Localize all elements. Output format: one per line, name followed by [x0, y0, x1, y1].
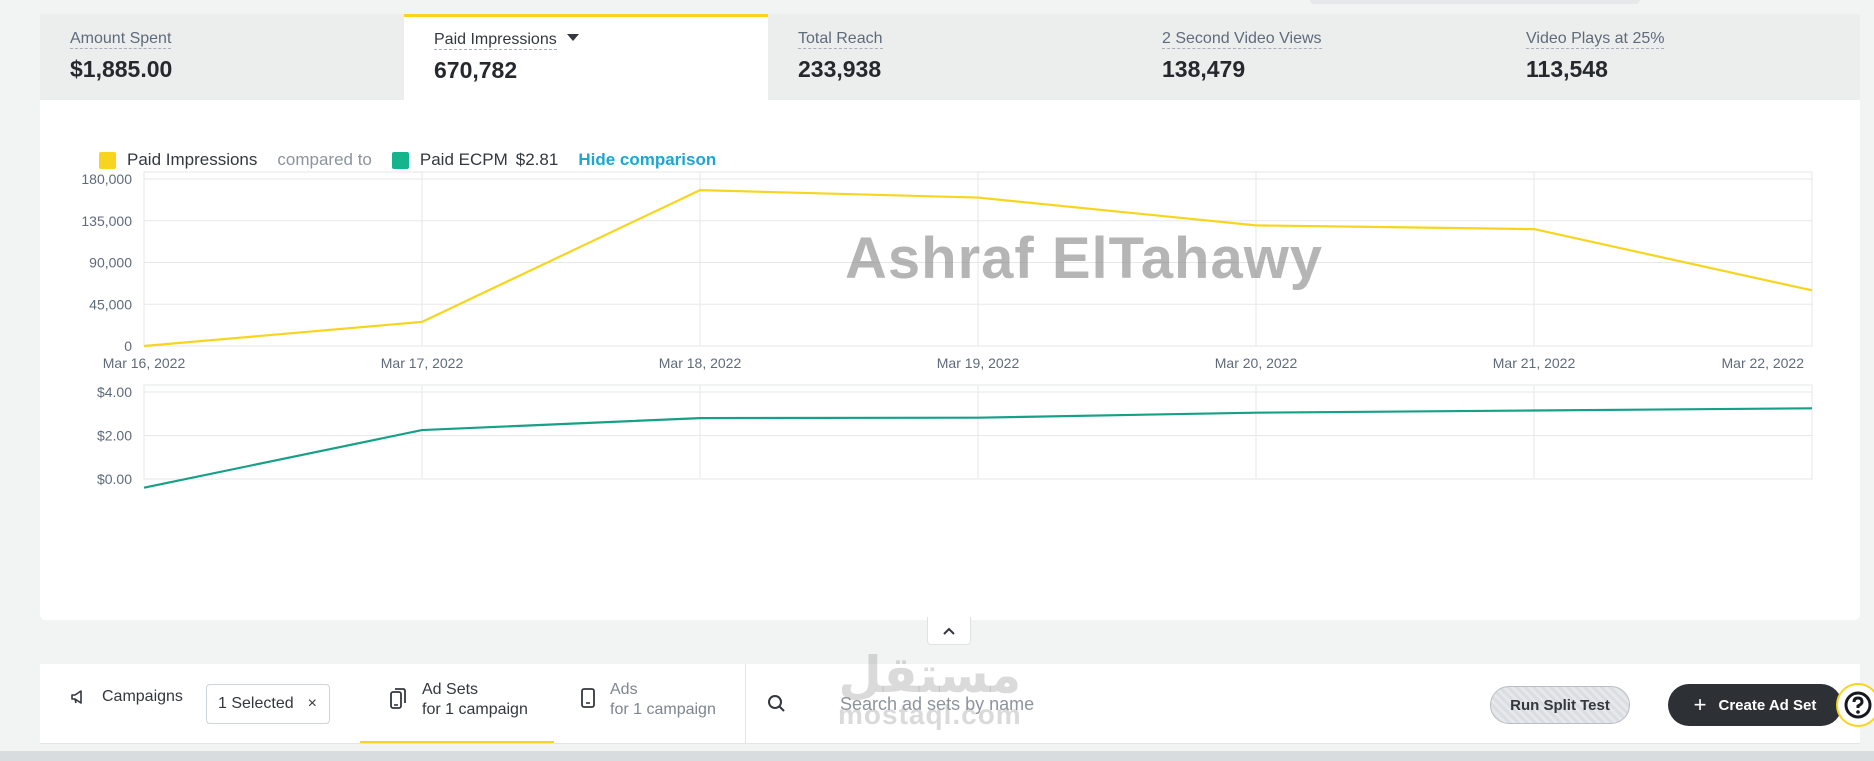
metric-label: Video Plays at 25%	[1526, 30, 1665, 49]
metric-label: Total Reach	[798, 30, 883, 49]
phone-icon	[581, 688, 595, 708]
ad-sets-icon	[390, 688, 406, 709]
tab-ads-sub: for 1 campaign	[610, 701, 716, 718]
tab-ad-sets[interactable]: Ad Sets for 1 campaign	[388, 681, 528, 719]
x-tick-label: Mar 21, 2022	[1493, 355, 1576, 371]
run-split-test-button[interactable]: Run Split Test	[1490, 686, 1630, 724]
selected-filter-pill[interactable]: 1 Selected ×	[206, 684, 330, 724]
watermark-text: Ashraf ElTahawy	[845, 226, 1324, 291]
metric-label: 2 Second Video Views	[1162, 30, 1322, 49]
metric-2-second-video-views[interactable]: 2 Second Video Views 138,479	[1132, 14, 1496, 100]
tab-campaigns[interactable]: Campaigns	[70, 688, 183, 706]
page: Amount Spent $1,885.00 Paid Impressions …	[0, 0, 1874, 761]
metric-label: Paid Impressions	[434, 31, 557, 50]
metric-label: Amount Spent	[70, 30, 172, 49]
mostaql-watermark: مستقل mostaql.com	[838, 650, 1022, 730]
top-shadow	[1310, 0, 1640, 4]
collapse-chart-button[interactable]	[927, 617, 971, 645]
y-tick-label: $2.00	[97, 428, 132, 444]
y-tick-label: 135,000	[81, 213, 132, 229]
y-tick-label: 90,000	[89, 255, 132, 271]
chevron-up-icon	[943, 627, 955, 635]
x-tick-label: Mar 19, 2022	[937, 355, 1020, 371]
x-tick-label: Mar 18, 2022	[659, 355, 742, 371]
help-icon	[1844, 691, 1872, 719]
create-ad-set-button[interactable]: + Create Ad Set	[1668, 684, 1842, 726]
metric-value: 113,548	[1526, 56, 1608, 82]
tab-ads[interactable]: Ads for 1 campaign	[580, 681, 716, 719]
metric-value: 670,782	[434, 57, 518, 83]
tab-ad-sets-label: Ad Sets	[422, 681, 479, 698]
tab-campaigns-label: Campaigns	[102, 688, 183, 705]
metric-amount-spent[interactable]: Amount Spent $1,885.00	[40, 14, 404, 100]
search-icon[interactable]	[767, 694, 787, 714]
selected-filter-label: 1 Selected	[218, 695, 294, 712]
metric-value: 138,479	[1162, 56, 1246, 82]
plus-icon: +	[1693, 692, 1707, 717]
help-button[interactable]	[1836, 683, 1874, 727]
x-tick-label: Mar 16, 2022	[103, 355, 186, 371]
metric-value: 233,938	[798, 56, 882, 82]
close-icon[interactable]: ×	[308, 695, 317, 713]
tab-ad-sets-sub: for 1 campaign	[422, 701, 528, 718]
metric-video-plays-25[interactable]: Video Plays at 25% 113,548	[1496, 14, 1860, 100]
toolbar-divider	[745, 664, 746, 744]
mostaql-url-text: mostaql.com	[838, 699, 1022, 730]
y-tick-label: $0.00	[97, 471, 132, 487]
megaphone-icon	[71, 690, 82, 704]
metric-paid-impressions[interactable]: Paid Impressions 670,782	[404, 14, 768, 100]
caret-down-icon[interactable]	[566, 34, 579, 41]
y-tick-label: 0	[124, 338, 132, 354]
x-tick-label: Mar 17, 2022	[381, 355, 464, 371]
y-tick-label: 45,000	[89, 296, 132, 312]
line-chart: 0 45,000 90,000 135,000 180,000 Mar 16, 2022 M…	[81, 171, 1813, 489]
x-tick-label: Mar 22, 2022	[1722, 355, 1805, 371]
toolbar-bottom-border	[40, 743, 1860, 744]
chart-card: Paid Impressions compared to Paid ECPM $…	[40, 100, 1860, 620]
metric-tabs: Amount Spent $1,885.00 Paid Impressions …	[40, 14, 1860, 100]
x-tick-label: Mar 20, 2022	[1215, 355, 1298, 371]
y-tick-label: $4.00	[97, 384, 132, 400]
metric-value: $1,885.00	[70, 56, 173, 82]
tab-ads-label: Ads	[610, 681, 638, 698]
mostaql-arabic-text: مستقل	[838, 646, 1022, 704]
create-ad-set-label: Create Ad Set	[1718, 696, 1817, 714]
metric-total-reach[interactable]: Total Reach 233,938	[768, 14, 1132, 100]
y-tick-label: 180,000	[81, 171, 132, 187]
bottom-scroll-strip	[0, 751, 1874, 761]
